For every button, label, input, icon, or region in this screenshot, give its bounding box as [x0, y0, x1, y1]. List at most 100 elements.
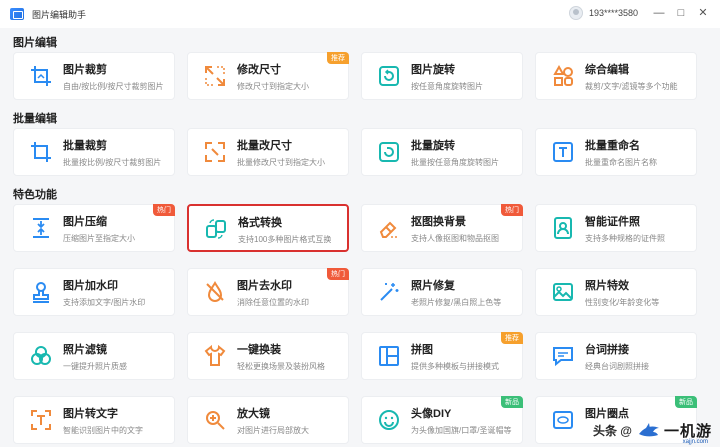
- card-desc: 经典台词剧照拼接: [585, 362, 649, 371]
- speech-bubble-icon: [549, 342, 577, 370]
- card-desc: 修改尺寸到指定大小: [237, 82, 309, 91]
- hot-badge: 热门: [153, 204, 175, 216]
- new-badge: 新品: [501, 396, 523, 408]
- card-image-crop[interactable]: 图片裁剪 自由/按比例/按尺寸裁剪图片: [13, 52, 175, 100]
- card-desc: 消除任意位置的水印: [237, 298, 309, 307]
- card-desc: 批量按比例/按尺寸裁剪图片: [63, 158, 162, 167]
- watermark: 头条 @ 一机游 xajjn.com: [592, 420, 712, 445]
- watermark-text: 头条 @: [592, 424, 632, 438]
- card-desc: 为头像加国旗/口罩/圣诞帽等: [411, 426, 512, 435]
- card-desc: 轻松更换场景及装扮风格: [237, 362, 325, 371]
- batch-resize-icon: [201, 138, 229, 166]
- filter-circles-icon: [27, 342, 55, 370]
- batch-rotate-icon: [375, 138, 403, 166]
- section-title-featured: 特色功能: [13, 189, 57, 201]
- card-desc: 裁剪/文字/滤镜等多个功能: [585, 82, 678, 91]
- app-logo-icon: [10, 8, 24, 20]
- card-title: 头像DIY: [411, 408, 452, 420]
- card-image-to-text[interactable]: 图片转文字 智能识别图片中的文字: [13, 396, 175, 444]
- card-title: 批量裁剪: [63, 140, 107, 152]
- card-cutout[interactable]: 抠图换背景 支持人像抠图和物品抠图 热门: [361, 204, 523, 252]
- card-photo-effects[interactable]: 照片特效 性别变化/年龄变化等: [535, 268, 697, 316]
- card-title: 批量改尺寸: [237, 140, 292, 152]
- card-batch-resize[interactable]: 批量改尺寸 批量修改尺寸到指定大小: [187, 128, 349, 176]
- card-desc: 自由/按比例/按尺寸裁剪图片: [63, 82, 164, 91]
- card-lines-stitch[interactable]: 台词拼接 经典台词剧照拼接: [535, 332, 697, 380]
- card-title: 照片滤镜: [63, 344, 107, 356]
- user-account[interactable]: 193****3580: [568, 6, 638, 20]
- card-title: 图片去水印: [237, 280, 292, 292]
- shark-logo-icon: [638, 422, 659, 436]
- id-photo-icon: [549, 214, 577, 242]
- card-collage[interactable]: 拼图 提供多种模板与拼接模式 推荐: [361, 332, 523, 380]
- card-desc: 按任意角度旋转图片: [411, 82, 483, 91]
- card-format-convert[interactable]: 格式转换 支持100多种图片格式互换: [187, 204, 349, 252]
- card-title: 修改尺寸: [237, 64, 281, 76]
- card-title: 照片修复: [411, 280, 455, 292]
- card-title: 综合编辑: [585, 64, 629, 76]
- card-desc: 批量修改尺寸到指定大小: [237, 158, 325, 167]
- card-batch-rename[interactable]: 批量重命名 批量重命名图片名称: [535, 128, 697, 176]
- card-desc: 性别变化/年龄变化等: [585, 298, 660, 307]
- card-batch-crop[interactable]: 批量裁剪 批量按比例/按尺寸裁剪图片: [13, 128, 175, 176]
- card-title: 图片压缩: [63, 216, 107, 228]
- recommend-badge: 推荐: [327, 52, 349, 64]
- card-desc: 一键提升照片质感: [63, 362, 127, 371]
- rotate-icon: [375, 62, 403, 90]
- title-bar: 图片编辑助手 193****3580 — □ ✕: [0, 0, 720, 28]
- card-title: 图片加水印: [63, 280, 118, 292]
- card-title: 批量旋转: [411, 140, 455, 152]
- card-desc: 老照片修复/黑白照上色等: [411, 298, 502, 307]
- card-resize[interactable]: 修改尺寸 修改尺寸到指定大小 推荐: [187, 52, 349, 100]
- avatar[interactable]: [568, 6, 583, 20]
- close-button[interactable]: ✕: [696, 5, 710, 21]
- card-title: 图片圈点: [585, 408, 629, 420]
- batch-crop-icon: [27, 138, 55, 166]
- card-outfit-change[interactable]: 一键换装 轻松更换场景及装扮风格: [187, 332, 349, 380]
- convert-icon: [202, 215, 230, 243]
- card-add-watermark[interactable]: 图片加水印 支持添加文字/图片水印: [13, 268, 175, 316]
- card-magnifier[interactable]: 放大镜 对图片进行局部放大: [187, 396, 349, 444]
- card-comprehensive-edit[interactable]: 综合编辑 裁剪/文字/滤镜等多个功能: [535, 52, 697, 100]
- main-content: 图片编辑 批量编辑 特色功能 图片裁剪 自由/按比例/按尺寸裁剪图片 修改尺寸 …: [0, 28, 720, 447]
- card-title: 一键换装: [237, 344, 281, 356]
- shapes-icon: [549, 62, 577, 90]
- card-remove-watermark[interactable]: 图片去水印 消除任意位置的水印 热门: [187, 268, 349, 316]
- card-avatar-diy[interactable]: 头像DIY 为头像加国旗/口罩/圣诞帽等 新品: [361, 396, 523, 444]
- card-desc: 压缩图片至指定大小: [63, 234, 135, 243]
- crop-icon: [27, 62, 55, 90]
- new-badge: 新品: [675, 396, 697, 408]
- text-t-icon: [549, 138, 577, 166]
- card-batch-rotate[interactable]: 批量旋转 批量按任意角度旋转图片: [361, 128, 523, 176]
- card-title: 抠图换背景: [411, 216, 466, 228]
- card-title: 拼图: [411, 344, 433, 356]
- hot-badge: 热门: [327, 268, 349, 280]
- card-desc: 支持添加文字/图片水印: [63, 298, 146, 307]
- compress-icon: [27, 214, 55, 242]
- drop-slash-icon: [201, 278, 229, 306]
- card-title: 台词拼接: [585, 344, 629, 356]
- card-id-photo[interactable]: 智能证件照 支持多种规格的证件照: [535, 204, 697, 252]
- recommend-badge: 推荐: [501, 332, 523, 344]
- card-photo-restore[interactable]: 照片修复 老照片修复/黑白照上色等: [361, 268, 523, 316]
- card-title: 智能证件照: [585, 216, 640, 228]
- maximize-button[interactable]: □: [674, 5, 688, 21]
- card-desc: 批量按任意角度旋转图片: [411, 158, 499, 167]
- card-title: 格式转换: [238, 217, 282, 229]
- magnifier-icon: [201, 406, 229, 434]
- card-title: 批量重命名: [585, 140, 640, 152]
- card-title: 放大镜: [237, 408, 270, 420]
- card-compress[interactable]: 图片压缩 压缩图片至指定大小 热门: [13, 204, 175, 252]
- section-title-edit: 图片编辑: [13, 37, 57, 49]
- section-title-batch: 批量编辑: [13, 113, 57, 125]
- card-desc: 智能识别图片中的文字: [63, 426, 143, 435]
- hot-badge: 热门: [501, 204, 523, 216]
- watermark-brand: 一机游: [663, 423, 712, 440]
- card-desc: 支持多种规格的证件照: [585, 234, 665, 243]
- minimize-button[interactable]: —: [652, 5, 666, 21]
- card-desc: 批量重命名图片名称: [585, 158, 657, 167]
- smiley-icon: [375, 406, 403, 434]
- card-rotate[interactable]: 图片旋转 按任意角度旋转图片: [361, 52, 523, 100]
- card-photo-filter[interactable]: 照片滤镜 一键提升照片质感: [13, 332, 175, 380]
- user-id[interactable]: 193****3580: [589, 8, 638, 18]
